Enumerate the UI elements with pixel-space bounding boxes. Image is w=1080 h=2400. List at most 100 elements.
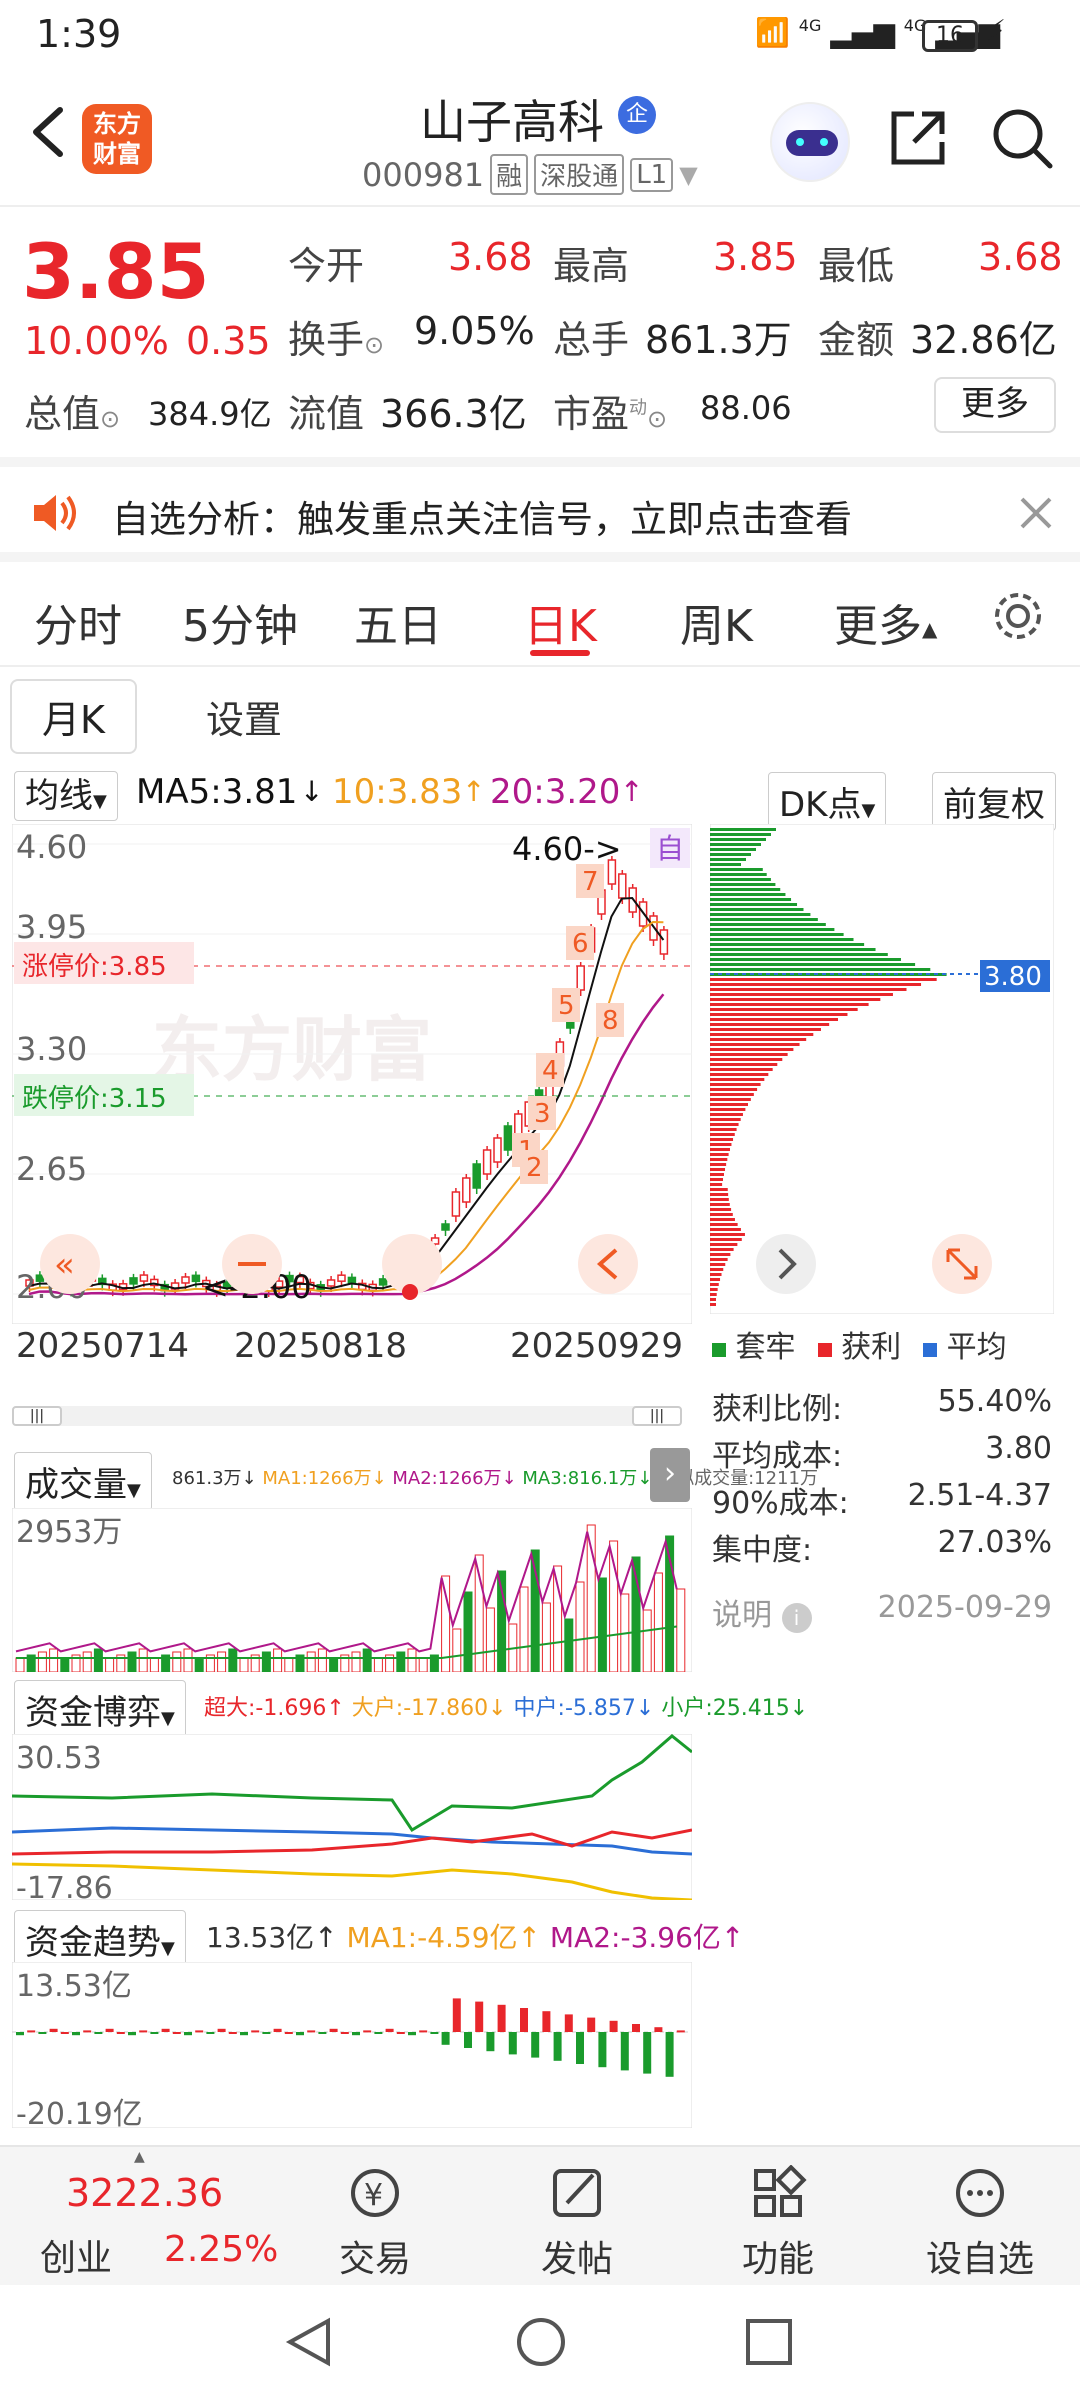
nav-functions[interactable]: 功能 — [698, 2164, 858, 2282]
fund-trend-selector[interactable]: 资金趋势▼ — [14, 1910, 186, 1969]
chip-bar — [710, 1203, 730, 1206]
expand-indicators-button[interactable]: › — [650, 1448, 690, 1502]
adjust-button[interactable]: 前复权 — [932, 772, 1056, 831]
back-button[interactable] — [22, 102, 72, 162]
volume-bar — [575, 1581, 585, 1672]
fund-game-selector[interactable]: 资金博弈▼ — [14, 1680, 186, 1739]
last-price: 3.85 — [22, 227, 210, 316]
fund-game-chart[interactable]: 30.53 -17.86 — [12, 1734, 692, 1900]
volume-bar — [463, 1591, 473, 1672]
open-label: 今开 — [288, 244, 365, 288]
volume-bar — [564, 1618, 574, 1672]
tab-5day[interactable]: 五日 — [354, 590, 442, 654]
tab-intraday[interactable]: 分时 — [34, 590, 122, 654]
chip-bar — [710, 978, 937, 981]
trend-bar — [598, 2032, 607, 2068]
dropdown-icon[interactable]: ▼ — [679, 161, 697, 189]
banner-text: 自选分析：触发重点关注信号，立即点击查看 — [112, 498, 852, 541]
tab-daily-k[interactable]: 日K — [524, 590, 597, 654]
monthly-k-button[interactable]: 月K — [10, 679, 137, 754]
trend-bar — [116, 2032, 125, 2034]
chip-bar — [710, 1268, 724, 1271]
ma-selector[interactable]: 均线▼ — [14, 768, 118, 821]
tab-weekly-k[interactable]: 周K — [680, 590, 753, 654]
close-icon[interactable] — [1018, 495, 1054, 531]
tab-5min[interactable]: 5分钟 — [182, 590, 298, 654]
trend-bar — [217, 2028, 226, 2032]
more-dots-icon — [956, 2169, 1004, 2217]
nav-recents-icon[interactable] — [744, 2317, 794, 2367]
stock-name: 山子高科 — [420, 95, 604, 149]
nav-trade[interactable]: ¥ 交易 — [295, 2165, 455, 2282]
grid-functions-icon — [754, 2164, 807, 2217]
signal-marker-4: 4 — [542, 1056, 559, 1086]
volume-bar — [541, 1602, 551, 1672]
index-name[interactable]: 创业 — [40, 2229, 112, 2281]
brand-logo[interactable]: 东方 财富 — [82, 104, 152, 174]
trend-bar — [553, 2032, 562, 2061]
ma-selector-label[interactable]: 均线▼ — [14, 771, 118, 821]
nav-add-watchlist[interactable]: 设自选 — [900, 2165, 1060, 2282]
signal-banner[interactable]: 自选分析：触发重点关注信号，立即点击查看 — [0, 457, 1080, 562]
share-button[interactable] — [886, 106, 950, 174]
assistant-avatar-icon[interactable] — [770, 102, 850, 182]
chip-bar — [710, 1183, 723, 1186]
candle-body — [462, 1177, 471, 1203]
chip-bar — [710, 943, 865, 946]
settings-gear-icon[interactable] — [990, 588, 1046, 644]
index-value[interactable]: 3222.36 — [66, 2171, 223, 2215]
trend-bar — [16, 2032, 24, 2036]
k-settings-link[interactable]: 设置 — [206, 689, 282, 744]
trend-bar — [609, 2020, 618, 2032]
candle-body — [659, 929, 669, 955]
volume-selector[interactable]: 成交量▼ — [14, 1452, 152, 1511]
range-handle-right[interactable]: ||| — [632, 1406, 682, 1426]
nav-back-icon[interactable] — [284, 2317, 334, 2367]
trend-bar — [520, 2008, 528, 2032]
nav-home-icon[interactable] — [514, 2315, 568, 2369]
chip-bar — [710, 928, 835, 931]
volume-bar — [653, 1572, 663, 1672]
trend-bar — [464, 2032, 472, 2048]
note-link[interactable]: 说明 i — [712, 1590, 812, 1642]
limit-down-label: 跌停价:3.15 — [22, 1084, 167, 1114]
chip-next-button[interactable] — [756, 1234, 816, 1294]
y-label-3: 2.65 — [16, 1150, 87, 1188]
volume-bar — [317, 1648, 327, 1672]
chip-bar — [710, 1283, 719, 1286]
search-button[interactable] — [988, 104, 1056, 176]
chip-bar — [710, 1173, 724, 1176]
dropdown-icon: ▼ — [93, 791, 107, 812]
more-button[interactable]: 更多 — [934, 377, 1056, 433]
volume-bar — [127, 1651, 137, 1672]
chip-bar — [710, 1048, 794, 1051]
candle-body — [503, 1125, 513, 1151]
bottom-nav: ▲ 3222.36 创业 2.25% ¥ 交易 发帖 功能 设自选 — [0, 2145, 1080, 2285]
tab-more[interactable]: 更多▲ — [834, 590, 937, 654]
kline-chart[interactable]: 东方财富 涨停价:3.85 跌停价:3.15 4.60 3.95 3.30 2.… — [12, 824, 692, 1324]
candle-body — [347, 1276, 357, 1285]
volume-chart[interactable]: 2953万 — [12, 1508, 692, 1672]
scroll-left-button[interactable] — [578, 1234, 638, 1294]
stat-profit-ratio: 获利比例: 55.40% — [712, 1384, 1052, 1427]
change-amount: 0.35 — [186, 319, 271, 363]
chip-distribution-chart[interactable]: 3.80 — [710, 824, 1054, 1314]
chip-bar — [710, 853, 751, 856]
trend-bar — [72, 2032, 80, 2036]
chip-bar — [710, 843, 761, 846]
volume-bar — [15, 1657, 25, 1672]
fund-trend-y-top: 13.53亿 — [16, 1969, 132, 2004]
chip-bar — [710, 1018, 839, 1021]
dk-point-button[interactable]: DK点▼ — [768, 772, 887, 831]
chip-date: 2025-09-29 — [877, 1590, 1052, 1625]
chip-bar — [710, 1213, 733, 1216]
chip-bar — [710, 1028, 821, 1031]
range-scrollbar[interactable]: ||| ||| — [12, 1406, 682, 1426]
chip-bar — [710, 1273, 722, 1276]
info-icon: ⊙ — [100, 405, 121, 433]
trend-bar — [486, 2032, 495, 2052]
fund-trend-chart[interactable]: 13.53亿 -20.19亿 — [12, 1962, 692, 2128]
high-label: 最高 — [553, 244, 630, 288]
range-handle-left[interactable]: ||| — [12, 1406, 62, 1426]
nav-post[interactable]: 发帖 — [497, 2165, 657, 2282]
